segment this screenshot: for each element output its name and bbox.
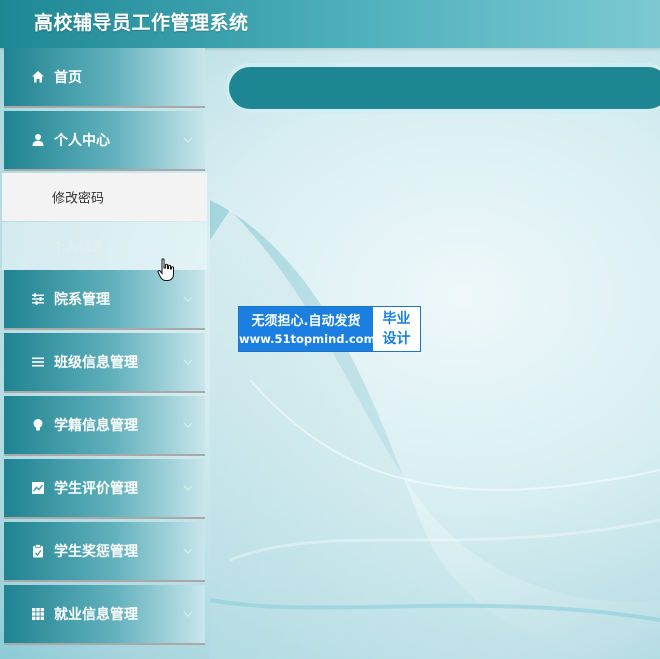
chart-icon [32, 482, 44, 494]
submenu-item-label: 个人信息 [52, 240, 105, 256]
chevron-down-icon [183, 137, 193, 143]
sidebar-item-label: 院系管理 [54, 292, 110, 308]
list-icon [32, 357, 44, 367]
sidebar-item-personal-center[interactable]: 个人中心 [4, 111, 205, 171]
sidebar-item-class-info[interactable]: 班级信息管理 [4, 333, 205, 393]
sidebar-item-label: 首页 [54, 70, 82, 86]
main-content [210, 48, 660, 659]
watermark-url: www.51topmind.com [239, 332, 376, 346]
sidebar: 首页 个人中心 修改密码 个人信息 院系管理 班级信息管理 学籍信息管理 学生评… [0, 48, 210, 659]
watermark-side-top: 毕业 [382, 311, 411, 327]
sidebar-item-label: 学籍信息管理 [54, 418, 138, 434]
chevron-down-icon [183, 422, 193, 428]
sidebar-item-label: 学生评价管理 [54, 481, 138, 497]
chevron-down-icon [183, 296, 193, 302]
submenu-item-label: 修改密码 [52, 191, 105, 207]
sidebar-item-enrollment-info[interactable]: 学籍信息管理 [4, 396, 205, 456]
submenu-item-personal-info[interactable]: 个人信息 [2, 222, 207, 270]
sidebar-item-label: 学生奖惩管理 [54, 544, 138, 560]
sidebar-item-reward-punishment[interactable]: 学生奖惩管理 [4, 522, 205, 582]
submenu-item-change-password[interactable]: 修改密码 [2, 173, 207, 221]
chevron-down-icon [183, 548, 193, 554]
bulb-icon [33, 419, 43, 431]
sidebar-item-label: 班级信息管理 [54, 355, 138, 371]
chevron-down-icon [183, 485, 193, 491]
sidebar-item-employment-info[interactable]: 就业信息管理 [4, 585, 205, 645]
watermark-left-panel: 无须担心.自动发货 www.51topmind.com [239, 307, 376, 351]
header-bar: 高校辅导员工作管理系统 [0, 0, 660, 48]
home-icon [32, 71, 44, 83]
clipboard-icon [33, 544, 43, 558]
grid-icon [32, 608, 44, 620]
submenu-personal-center: 修改密码 个人信息 [2, 173, 207, 271]
sidebar-item-home[interactable]: 首页 [4, 48, 205, 108]
user-icon [32, 134, 44, 146]
app-title: 高校辅导员工作管理系统 [34, 12, 249, 34]
sidebar-item-label: 就业信息管理 [54, 607, 138, 623]
watermark-side-bottom: 设计 [382, 331, 411, 347]
watermark-right-panel: 毕业 设计 [373, 307, 420, 351]
chevron-down-icon [183, 611, 193, 617]
watermark: 无须担心.自动发货 www.51topmind.com 毕业 设计 [238, 306, 421, 352]
sidebar-item-label: 个人中心 [54, 133, 110, 149]
sliders-icon [32, 293, 44, 305]
watermark-slogan: 无须担心.自动发货 [251, 314, 361, 329]
chevron-down-icon [183, 359, 193, 365]
breadcrumb-bar [229, 67, 660, 109]
sidebar-item-student-evaluation[interactable]: 学生评价管理 [4, 459, 205, 519]
hand-pointer-cursor-icon [157, 258, 174, 281]
